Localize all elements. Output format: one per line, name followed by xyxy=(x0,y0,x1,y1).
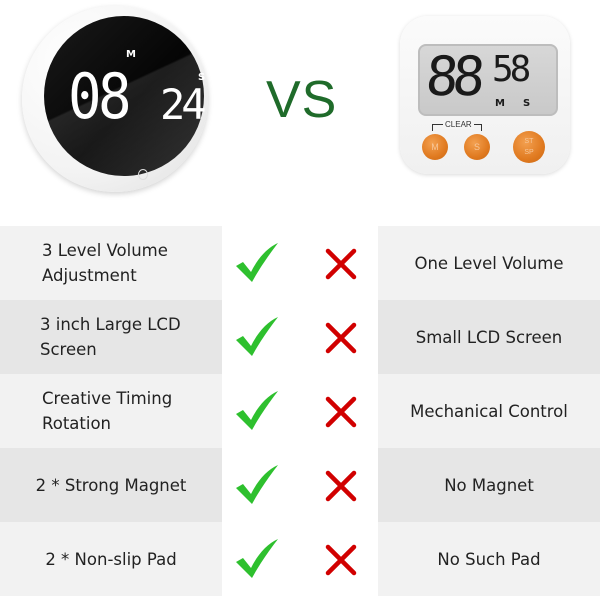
mechanical-timer-seconds-label: S xyxy=(523,98,531,109)
check-icon xyxy=(236,391,278,430)
seconds-button: S xyxy=(464,134,490,160)
feature-cell: 3 inch Large LCD Screen xyxy=(0,300,222,374)
check-icon xyxy=(236,317,278,356)
power-icon xyxy=(138,169,148,180)
round-digital-timer-image: M S 08 24 xyxy=(22,6,212,192)
competitor-cell: One Level Volume xyxy=(378,226,600,300)
feature-line-1: 3 Level Volume xyxy=(42,241,168,260)
comparison-row: 2 * Strong Magnet No Magnet xyxy=(0,448,600,522)
start-stop-button: ST SP xyxy=(513,131,545,163)
round-timer-seconds: 24 xyxy=(160,80,207,129)
feature-line-1: Creative Timing xyxy=(42,389,173,408)
cross-icon xyxy=(325,322,357,354)
mechanical-timer-image: 88 58 M S CLEAR M S ST SP xyxy=(400,16,570,174)
feature-line-1: 3 inch Large LCD xyxy=(40,315,181,334)
check-icon xyxy=(236,243,278,282)
feature-line-2: Adjustment xyxy=(42,266,137,285)
round-timer-minutes: 08 xyxy=(68,60,132,133)
feature-cell: 3 Level Volume Adjustment xyxy=(0,226,222,300)
cross-icon xyxy=(325,396,357,428)
minutes-button: M xyxy=(422,134,448,160)
competitor-cell: No Magnet xyxy=(378,448,600,522)
round-timer-minutes-label: M xyxy=(126,49,136,60)
comparison-row: 3 Level Volume Adjustment One Level Volum… xyxy=(0,226,600,300)
check-icon xyxy=(236,465,278,504)
mechanical-timer-lcd: 88 58 M S xyxy=(418,44,558,116)
cross-icon xyxy=(325,248,357,280)
mechanical-timer-minutes: 88 xyxy=(423,45,482,108)
comparison-row: 2 * Non-slip Pad No Such Pad xyxy=(0,522,600,596)
competitor-cell: Small LCD Screen xyxy=(378,300,600,374)
mechanical-timer-minutes-label: M xyxy=(495,98,505,109)
competitor-cell: Mechanical Control xyxy=(378,374,600,448)
comparison-row: 3 inch Large LCD Screen Small LCD Screen xyxy=(0,300,600,374)
feature-cell: Creative Timing Rotation xyxy=(0,374,222,448)
comparison-row: Creative Timing Rotation Mechanical Contr… xyxy=(0,374,600,448)
feature-line-2: Screen xyxy=(40,340,97,359)
clear-label: CLEAR xyxy=(443,120,474,129)
cross-icon xyxy=(325,544,357,576)
competitor-cell: No Such Pad xyxy=(378,522,600,596)
start-stop-top-label: ST xyxy=(524,138,534,145)
versus-label: VS xyxy=(266,71,338,129)
mechanical-timer-seconds: 58 xyxy=(492,49,531,90)
feature-cell: 2 * Non-slip Pad xyxy=(0,522,222,596)
feature-cell: 2 * Strong Magnet xyxy=(0,448,222,522)
check-icon xyxy=(236,539,278,578)
cross-icon xyxy=(325,470,357,502)
start-stop-bottom-label: SP xyxy=(524,149,534,156)
feature-line-2: Rotation xyxy=(42,414,112,433)
